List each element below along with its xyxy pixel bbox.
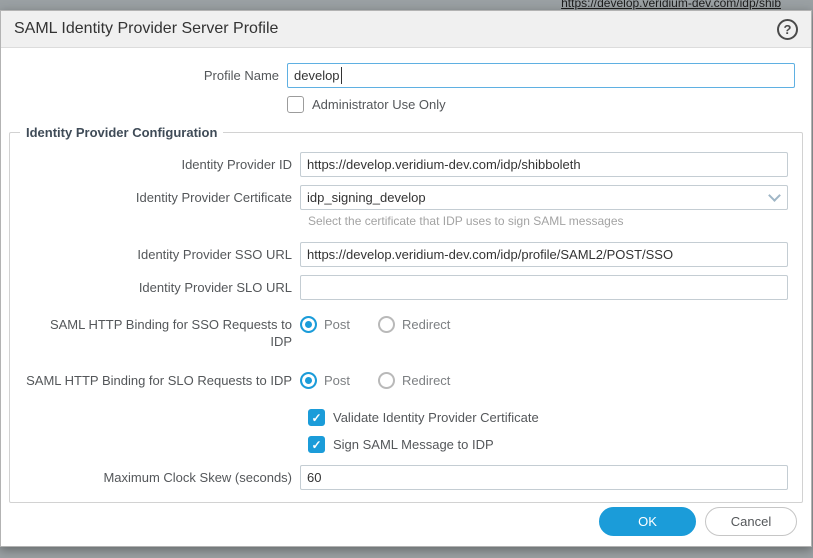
profile-name-input[interactable] [287,63,795,88]
clock-skew-input[interactable] [300,465,788,490]
admin-use-only-row: Administrator Use Only [1,96,811,113]
slo-binding-redirect-radio[interactable]: Redirect [378,372,450,389]
cancel-button[interactable]: Cancel [705,507,797,536]
sso-binding-radio-group: Post Redirect [300,312,788,333]
slo-url-label: Identity Provider SLO URL [10,275,300,300]
sign-saml-row: Sign SAML Message to IDP [308,436,788,453]
dialog-title: SAML Identity Provider Server Profile [14,20,777,38]
idp-id-input[interactable] [300,152,788,177]
dialog-header: SAML Identity Provider Server Profile ? [1,11,811,48]
idp-certificate-value: idp_signing_develop [307,190,770,205]
idp-id-row: Identity Provider ID [10,152,788,177]
slo-binding-radio-group: Post Redirect [300,368,788,389]
sign-saml-checkbox[interactable] [308,436,325,453]
radio-unselected-icon [378,316,395,333]
slo-binding-post-radio[interactable]: Post [300,372,350,389]
sso-binding-label: SAML HTTP Binding for SSO Requests to ID… [40,312,292,350]
sso-url-input[interactable] [300,242,788,267]
idp-certificate-label: Identity Provider Certificate [10,185,300,210]
chevron-down-icon [768,189,781,202]
profile-name-label: Profile Name [1,63,287,88]
ok-button[interactable]: OK [599,507,696,536]
clock-skew-label: Maximum Clock Skew (seconds) [10,465,300,490]
slo-url-input[interactable] [300,275,788,300]
sign-saml-label: Sign SAML Message to IDP [333,437,494,452]
sso-binding-redirect-radio[interactable]: Redirect [378,316,450,333]
page-background: { "page": { "background_link_text": "htt… [0,0,813,558]
admin-use-only-checkbox[interactable] [287,96,304,113]
dialog-footer: OK Cancel [599,507,797,536]
idp-configuration-section: Identity Provider Configuration Identity… [9,125,803,503]
validate-cert-label: Validate Identity Provider Certificate [333,410,539,425]
clock-skew-row: Maximum Clock Skew (seconds) [10,465,788,490]
help-icon[interactable]: ? [777,19,798,40]
validate-cert-checkbox[interactable] [308,409,325,426]
text-caret [341,67,342,84]
sso-binding-redirect-label: Redirect [402,317,450,332]
sso-url-row: Identity Provider SSO URL [10,242,788,267]
slo-binding-row: SAML HTTP Binding for SLO Requests to ID… [10,368,788,393]
profile-name-row: Profile Name [1,63,811,88]
sso-binding-row: SAML HTTP Binding for SSO Requests to ID… [10,312,788,350]
slo-url-row: Identity Provider SLO URL [10,275,788,300]
sso-url-label: Identity Provider SSO URL [10,242,300,267]
radio-unselected-icon [378,372,395,389]
sso-binding-post-label: Post [324,317,350,332]
idp-configuration-legend: Identity Provider Configuration [20,125,223,140]
slo-binding-label: SAML HTTP Binding for SLO Requests to ID… [10,368,300,393]
sso-binding-post-radio[interactable]: Post [300,316,350,333]
idp-certificate-row: Identity Provider Certificate idp_signin… [10,185,788,210]
validate-cert-row: Validate Identity Provider Certificate [308,409,788,426]
idp-certificate-hint: Select the certificate that IDP uses to … [308,214,788,228]
dialog-body: Profile Name Administrator Use Only Iden… [1,48,811,503]
saml-idp-profile-dialog: SAML Identity Provider Server Profile ? … [0,10,812,547]
slo-binding-redirect-label: Redirect [402,373,450,388]
slo-binding-post-label: Post [324,373,350,388]
idp-certificate-dropdown[interactable]: idp_signing_develop [300,185,788,210]
radio-selected-icon [300,372,317,389]
idp-id-label: Identity Provider ID [10,152,300,177]
radio-selected-icon [300,316,317,333]
admin-use-only-label: Administrator Use Only [312,97,446,112]
background-link[interactable]: https://develop.veridium-dev.com/idp/shi… [561,0,781,10]
